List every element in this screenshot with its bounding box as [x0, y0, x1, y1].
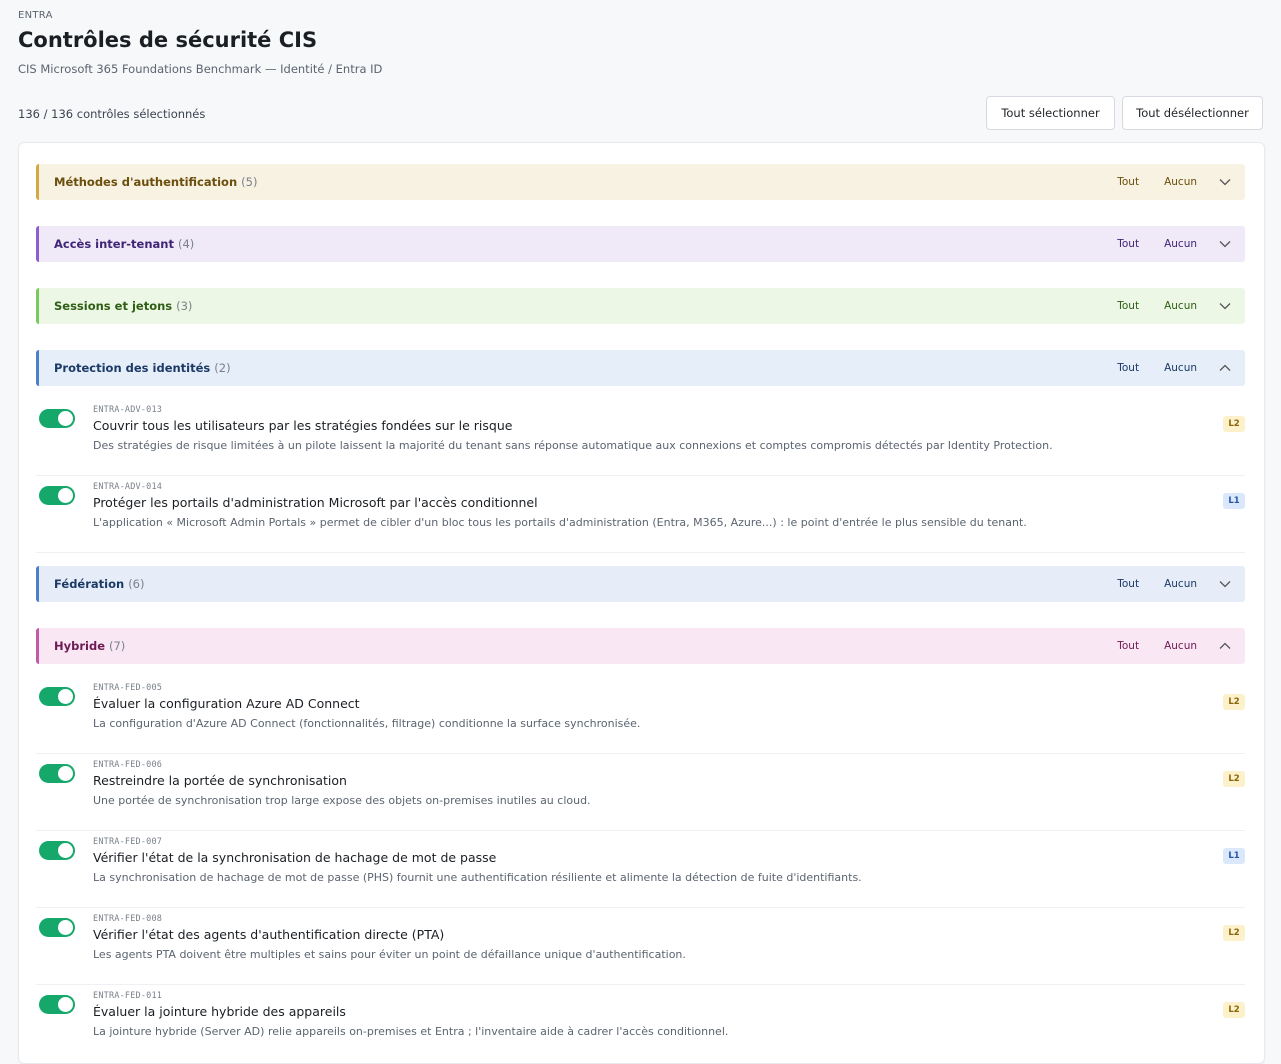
group-select-none-link[interactable]: Aucun [1164, 300, 1197, 312]
group-header-sessions-tokens[interactable]: Sessions et jetons (3) Tout Aucun [36, 288, 1245, 324]
deselect-all-button[interactable]: Tout désélectionner [1122, 96, 1263, 130]
control-id: ENTRA-FED-008 [93, 914, 163, 924]
control-item: ENTRA-FED-008 Vérifier l'état des agents… [36, 908, 1245, 985]
group-name: Sessions et jetons [54, 299, 173, 313]
chevron-up-icon[interactable] [1217, 638, 1233, 654]
control-title: Vérifier l'état des agents d'authentific… [93, 927, 445, 942]
control-description: La jointure hybride (Server AD) relie ap… [93, 1025, 729, 1038]
group-count: (6) [128, 577, 145, 591]
page-title: Contrôles de sécurité CIS [18, 28, 318, 52]
group-select-all-link[interactable]: Tout [1117, 578, 1139, 590]
chevron-down-icon[interactable] [1217, 174, 1233, 190]
level-badge: L2 [1223, 416, 1245, 432]
chevron-up-icon[interactable] [1217, 360, 1233, 376]
group-select-all-link[interactable]: Tout [1117, 640, 1139, 652]
control-id: ENTRA-FED-011 [93, 991, 163, 1001]
control-item: ENTRA-FED-005 Évaluer la configuration A… [36, 677, 1245, 754]
group-header-cross-tenant-access[interactable]: Accès inter-tenant (4) Tout Aucun [36, 226, 1245, 262]
chevron-down-icon[interactable] [1217, 576, 1233, 592]
control-toggle[interactable] [39, 995, 75, 1014]
control-item: ENTRA-FED-006 Restreindre la portée de s… [36, 754, 1245, 831]
control-item: ENTRA-ADV-013 Couvrir tous les utilisate… [36, 399, 1245, 476]
group-name: Hybride [54, 639, 105, 653]
control-toggle[interactable] [39, 764, 75, 783]
selection-count: 136 / 136 contrôles sélectionnés [18, 107, 206, 121]
control-title: Couvrir tous les utilisateurs par les st… [93, 418, 513, 433]
eyebrow-label: ENTRA [18, 10, 53, 21]
control-id: ENTRA-FED-006 [93, 760, 163, 770]
group-select-all-link[interactable]: Tout [1117, 238, 1139, 250]
level-badge: L1 [1223, 493, 1245, 509]
control-item: ENTRA-FED-007 Vérifier l'état de la sync… [36, 831, 1245, 908]
group-name: Protection des identités [54, 361, 211, 375]
control-title: Évaluer la jointure hybride des appareil… [93, 1004, 346, 1019]
group-select-none-link[interactable]: Aucun [1164, 578, 1197, 590]
control-id: ENTRA-ADV-014 [93, 482, 163, 492]
chevron-down-icon[interactable] [1217, 298, 1233, 314]
control-title: Protéger les portails d'administration M… [93, 495, 538, 510]
group-count: (3) [176, 299, 193, 313]
group-name: Accès inter-tenant [54, 237, 174, 251]
group-select-none-link[interactable]: Aucun [1164, 176, 1197, 188]
controls-panel: Méthodes d'authentification (5) Tout Auc… [18, 142, 1265, 1064]
chevron-down-icon[interactable] [1217, 236, 1233, 252]
control-toggle[interactable] [39, 841, 75, 860]
control-title: Évaluer la configuration Azure AD Connec… [93, 696, 360, 711]
page-subtitle: CIS Microsoft 365 Foundations Benchmark … [18, 62, 383, 76]
group-select-all-link[interactable]: Tout [1117, 362, 1139, 374]
group-select-none-link[interactable]: Aucun [1164, 362, 1197, 374]
control-id: ENTRA-ADV-013 [93, 405, 163, 415]
control-description: Des stratégies de risque limitées à un p… [93, 439, 1053, 452]
control-description: Une portée de synchronisation trop large… [93, 794, 591, 807]
control-item: ENTRA-FED-011 Évaluer la jointure hybrid… [36, 985, 1245, 1062]
group-count: (4) [177, 237, 195, 251]
group-select-all-link[interactable]: Tout [1117, 300, 1139, 312]
control-title: Restreindre la portée de synchronisation [93, 773, 347, 788]
control-description: La configuration d'Azure AD Connect (fon… [93, 717, 641, 730]
group-header-hybrid[interactable]: Hybride (7) Tout Aucun [36, 628, 1245, 664]
control-description: L'application « Microsoft Admin Portals … [93, 516, 1027, 529]
level-badge: L2 [1223, 1002, 1245, 1018]
level-badge: L2 [1223, 694, 1245, 710]
control-toggle[interactable] [39, 687, 75, 706]
control-toggle[interactable] [39, 918, 75, 937]
level-badge: L2 [1223, 771, 1245, 787]
group-count: (7) [109, 639, 126, 653]
level-badge: L2 [1223, 925, 1245, 941]
control-description: Les agents PTA doivent être multiples et… [93, 948, 686, 961]
control-item: ENTRA-ADV-014 Protéger les portails d'ad… [36, 476, 1245, 553]
select-all-button[interactable]: Tout sélectionner [986, 96, 1115, 130]
group-name: Méthodes d'authentification [54, 175, 238, 189]
control-id: ENTRA-FED-005 [93, 683, 163, 693]
control-toggle[interactable] [39, 409, 75, 428]
control-description: La synchronisation de hachage de mot de … [93, 871, 862, 884]
control-id: ENTRA-FED-007 [93, 837, 163, 847]
group-header-identity-protection[interactable]: Protection des identités (2) Tout Aucun [36, 350, 1245, 386]
level-badge: L1 [1223, 848, 1245, 864]
control-title: Vérifier l'état de la synchronisation de… [93, 850, 497, 865]
group-header-federation[interactable]: Fédération (6) Tout Aucun [36, 566, 1245, 602]
group-header-authentication-methods[interactable]: Méthodes d'authentification (5) Tout Auc… [36, 164, 1245, 200]
group-select-all-link[interactable]: Tout [1117, 176, 1139, 188]
group-select-none-link[interactable]: Aucun [1164, 640, 1197, 652]
group-name: Fédération [54, 577, 125, 591]
group-select-none-link[interactable]: Aucun [1164, 238, 1197, 250]
group-count: (5) [241, 175, 258, 189]
control-toggle[interactable] [39, 486, 75, 505]
group-count: (2) [214, 361, 231, 375]
